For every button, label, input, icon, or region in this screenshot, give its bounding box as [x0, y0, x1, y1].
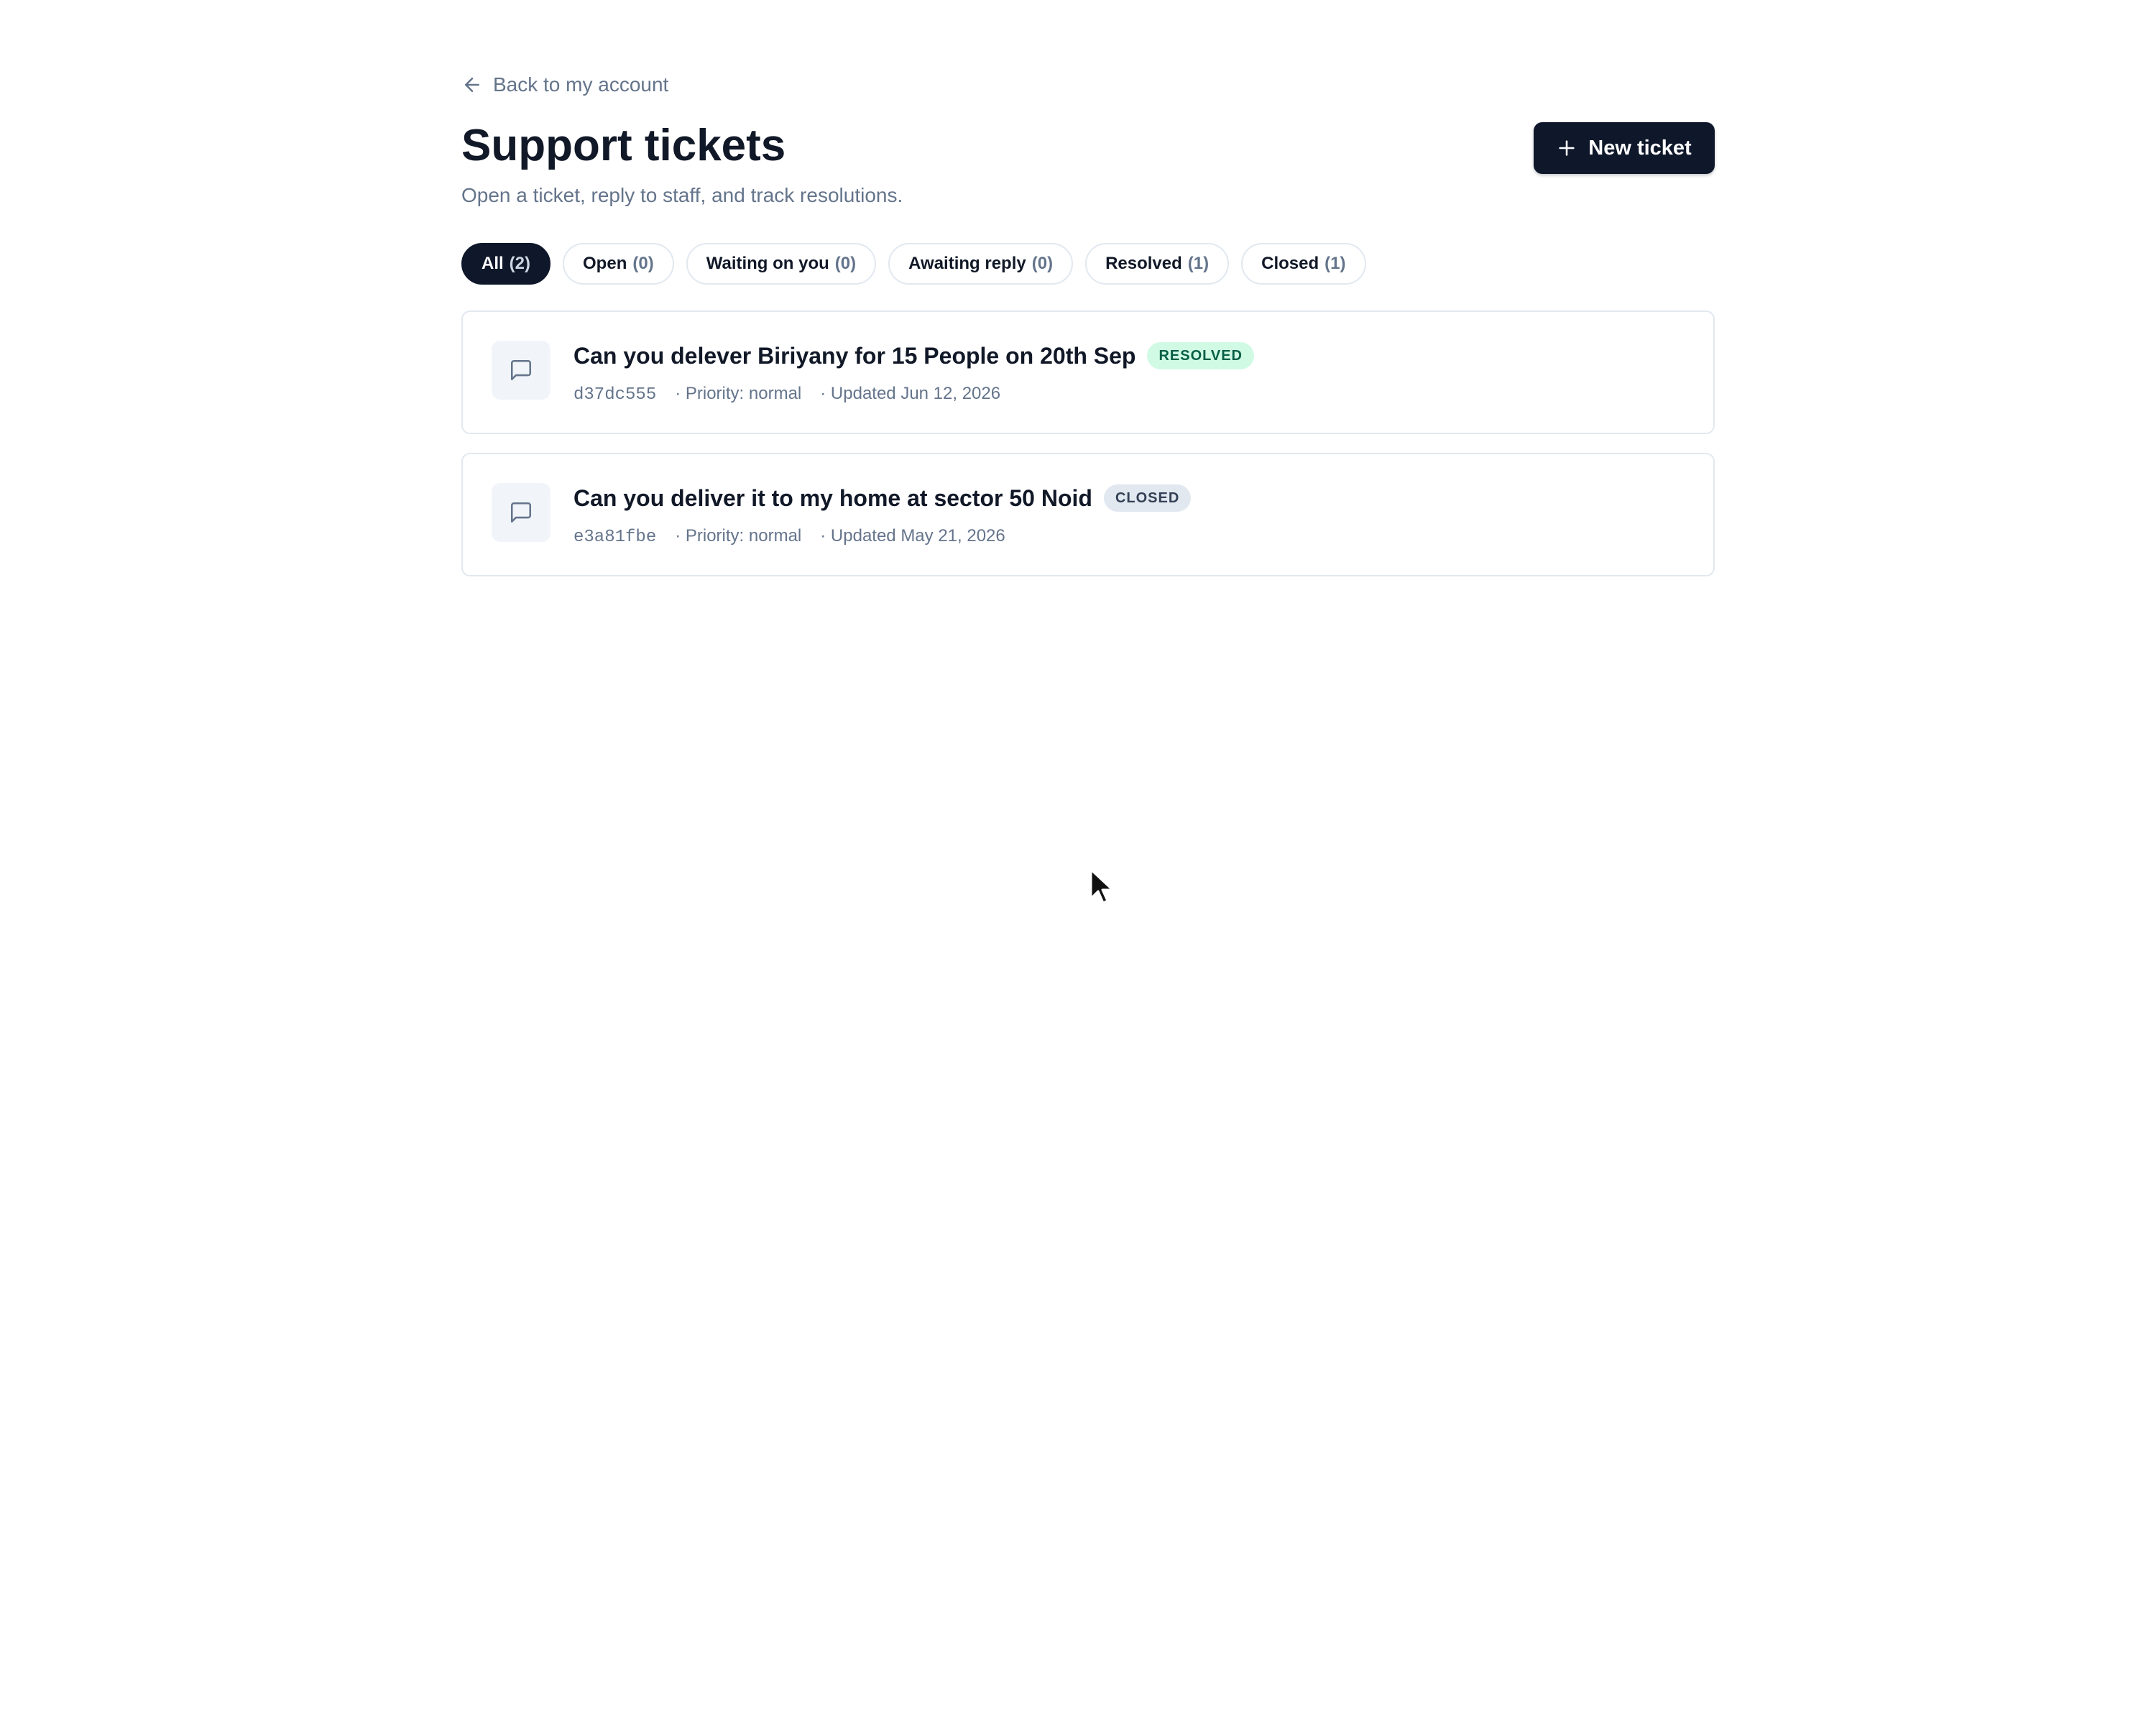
ticket-list: Can you delever Biriyany for 15 People o… — [461, 310, 1715, 595]
filter-tab-label: All — [482, 254, 504, 273]
new-ticket-label: New ticket — [1588, 136, 1692, 160]
ticket-priority: · Priority: normal — [675, 384, 802, 403]
ticket-id: e3a81fbe — [573, 528, 657, 547]
arrow-left-icon — [465, 78, 479, 92]
status-filter-tabs: All (2) Open (0) Waiting on you (0) Awai… — [461, 243, 1366, 285]
ticket-card[interactable]: Can you delever Biriyany for 15 People o… — [461, 310, 1715, 434]
filter-tab-count: (1) — [1325, 254, 1346, 273]
ticket-card[interactable]: Can you deliver it to my home at sector … — [461, 453, 1715, 576]
ticket-title: Can you deliver it to my home at sector … — [573, 484, 1092, 511]
filter-tab-count: (0) — [834, 254, 857, 273]
page-title: Support tickets — [461, 121, 786, 170]
filter-tab-label: Closed — [1261, 254, 1319, 273]
plus-icon — [1559, 140, 1575, 156]
back-link-label: Back to my account — [493, 73, 669, 96]
page-subtitle: Open a ticket, reply to staff, and track… — [461, 184, 903, 206]
filter-tab-count: (2) — [509, 254, 531, 273]
ticket-updated: · Updated Jun 12, 2026 — [820, 384, 1001, 403]
filter-tab-label: Awaiting reply — [908, 254, 1026, 273]
filter-tab-count: (0) — [632, 254, 654, 273]
ticket-id: d37dc555 — [573, 385, 657, 405]
filter-tab-waiting-on-you[interactable]: Waiting on you (0) — [686, 243, 877, 285]
status-badge: CLOSED — [1103, 484, 1192, 512]
new-ticket-button[interactable]: New ticket — [1534, 122, 1715, 174]
filter-tab-label: Resolved — [1105, 254, 1182, 273]
filter-tab-all[interactable]: All (2) — [461, 243, 551, 285]
filter-tab-awaiting-reply[interactable]: Awaiting reply (0) — [888, 243, 1074, 285]
filter-tab-count: (1) — [1187, 254, 1210, 273]
ticket-icon-box — [492, 341, 550, 400]
back-to-account-link[interactable]: Back to my account — [461, 69, 668, 101]
filter-tab-closed[interactable]: Closed (1) — [1241, 243, 1366, 285]
filter-tab-open[interactable]: Open (0) — [563, 243, 674, 285]
ticket-priority: · Priority: normal — [675, 526, 802, 546]
message-square-icon — [510, 359, 532, 381]
filter-tab-label: Waiting on you — [706, 254, 829, 273]
ticket-updated: · Updated May 21, 2026 — [820, 526, 1005, 546]
ticket-icon-box — [492, 483, 550, 542]
filter-tab-resolved[interactable]: Resolved (1) — [1085, 243, 1230, 285]
filter-tab-count: (0) — [1031, 254, 1054, 273]
ticket-title: Can you delever Biriyany for 15 People o… — [573, 342, 1136, 369]
status-badge: RESOLVED — [1147, 342, 1255, 369]
mouse-pointer-icon — [1089, 868, 1114, 904]
message-square-icon — [510, 502, 532, 523]
filter-tab-label: Open — [583, 254, 627, 273]
